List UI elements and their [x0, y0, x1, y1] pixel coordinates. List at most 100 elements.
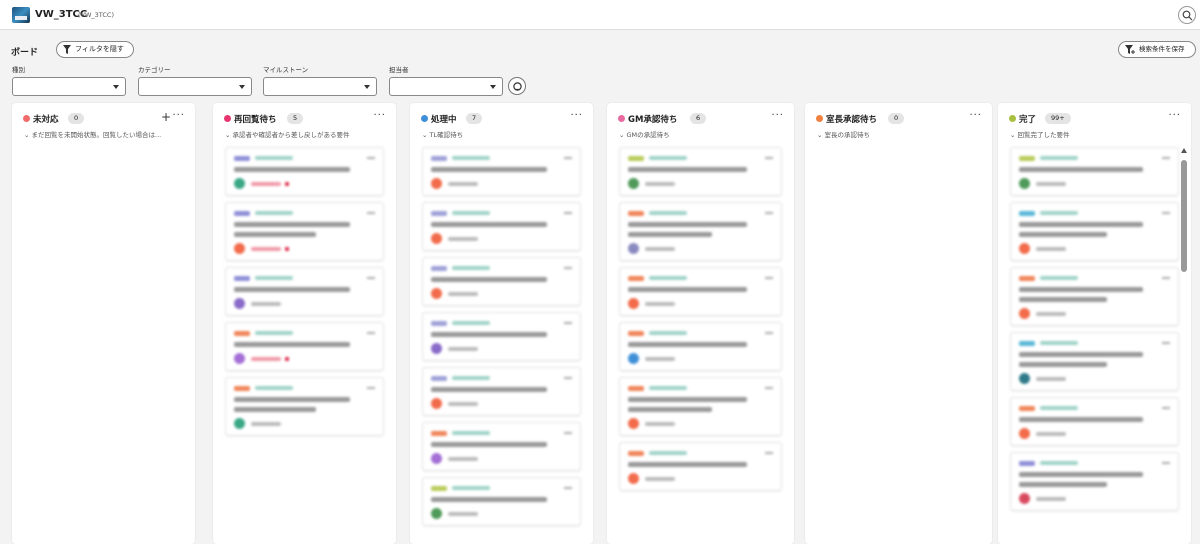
issue-key[interactable] — [649, 331, 687, 335]
issue-card[interactable] — [619, 267, 782, 316]
card-more-button[interactable] — [564, 322, 572, 324]
card-more-button[interactable] — [564, 267, 572, 269]
card-more-button[interactable] — [564, 377, 572, 379]
issue-card[interactable] — [619, 377, 782, 436]
issue-key[interactable] — [255, 386, 293, 390]
issue-card[interactable] — [1010, 397, 1179, 446]
issue-key[interactable] — [1040, 211, 1078, 215]
card-more-button[interactable] — [765, 277, 773, 279]
chevron-down-icon[interactable]: ⌄ — [817, 131, 825, 139]
issue-key[interactable] — [255, 156, 293, 160]
issue-key[interactable] — [1040, 156, 1078, 160]
chevron-down-icon[interactable]: ⌄ — [619, 131, 627, 139]
column-more-button[interactable]: ··· — [1168, 110, 1181, 121]
issue-key[interactable] — [1040, 461, 1078, 465]
category-select[interactable] — [138, 77, 252, 96]
issue-key[interactable] — [452, 376, 490, 380]
issue-key[interactable] — [255, 276, 293, 280]
chevron-down-icon[interactable]: ⌄ — [225, 131, 233, 139]
issue-key[interactable] — [452, 321, 490, 325]
card-more-button[interactable] — [765, 387, 773, 389]
card-more-button[interactable] — [564, 157, 572, 159]
avatar — [1019, 428, 1030, 439]
issue-card[interactable] — [422, 202, 581, 251]
card-more-button[interactable] — [1162, 157, 1170, 159]
card-more-button[interactable] — [564, 212, 572, 214]
issue-key[interactable] — [452, 211, 490, 215]
column-more-button[interactable]: ··· — [570, 110, 583, 121]
issue-key[interactable] — [649, 156, 687, 160]
issue-key[interactable] — [649, 386, 687, 390]
issue-card[interactable] — [225, 147, 384, 196]
scroll-up-icon[interactable] — [1181, 148, 1187, 153]
card-more-button[interactable] — [564, 487, 572, 489]
column-more-button[interactable]: ··· — [969, 110, 982, 121]
issue-card[interactable] — [1010, 147, 1179, 196]
chevron-down-icon[interactable]: ⌄ — [24, 131, 32, 139]
issue-card[interactable] — [619, 202, 782, 261]
issue-key[interactable] — [649, 211, 687, 215]
avatar — [1019, 493, 1030, 504]
issue-card[interactable] — [422, 147, 581, 196]
issue-card[interactable] — [225, 202, 384, 261]
scrollbar-thumb[interactable] — [1181, 160, 1187, 272]
issue-card[interactable] — [422, 257, 581, 306]
reset-filter-button[interactable] — [508, 77, 526, 95]
issue-card[interactable] — [225, 377, 384, 436]
card-more-button[interactable] — [1162, 407, 1170, 409]
issue-card[interactable] — [619, 442, 782, 491]
card-more-button[interactable] — [367, 332, 375, 334]
issue-card[interactable] — [422, 422, 581, 471]
chevron-down-icon[interactable]: ⌄ — [1010, 131, 1018, 139]
issue-card[interactable] — [1010, 202, 1179, 261]
issue-card[interactable] — [1010, 332, 1179, 391]
card-more-button[interactable] — [367, 157, 375, 159]
column-more-button[interactable]: ··· — [373, 110, 386, 121]
card-more-button[interactable] — [367, 387, 375, 389]
card-more-button[interactable] — [1162, 212, 1170, 214]
save-search-button[interactable]: 検索条件を保存 — [1118, 41, 1196, 58]
issue-key[interactable] — [1040, 341, 1078, 345]
issue-key[interactable] — [452, 431, 490, 435]
issue-card[interactable] — [619, 322, 782, 371]
column-more-button[interactable]: ··· — [172, 110, 185, 121]
add-card-button[interactable]: + — [161, 110, 171, 124]
card-more-button[interactable] — [765, 157, 773, 159]
issue-card[interactable] — [422, 312, 581, 361]
card-more-button[interactable] — [1162, 342, 1170, 344]
search-button[interactable] — [1178, 6, 1196, 24]
issue-key[interactable] — [649, 276, 687, 280]
type-select[interactable] — [12, 77, 126, 96]
card-more-button[interactable] — [765, 212, 773, 214]
issue-card[interactable] — [619, 147, 782, 196]
chevron-down-icon[interactable]: ⌄ — [422, 131, 430, 139]
column-more-button[interactable]: ··· — [771, 110, 784, 121]
issue-key[interactable] — [452, 486, 490, 490]
issue-key[interactable] — [255, 211, 293, 215]
milestone-select[interactable] — [263, 77, 377, 96]
issue-key[interactable] — [1040, 276, 1078, 280]
issue-key[interactable] — [649, 451, 687, 455]
card-more-button[interactable] — [765, 452, 773, 454]
issue-type-tag — [431, 265, 447, 271]
issue-key[interactable] — [452, 266, 490, 270]
assignee-select[interactable] — [389, 77, 503, 96]
card-more-button[interactable] — [564, 432, 572, 434]
card-more-button[interactable] — [367, 277, 375, 279]
card-more-button[interactable] — [367, 212, 375, 214]
issue-card[interactable] — [225, 322, 384, 371]
done-column-scrollbar[interactable] — [1179, 148, 1189, 544]
issue-card[interactable] — [225, 267, 384, 316]
hide-filter-button[interactable]: フィルタを隠す — [56, 41, 134, 58]
issue-card[interactable] — [422, 367, 581, 416]
card-more-button[interactable] — [1162, 277, 1170, 279]
issue-key[interactable] — [255, 331, 293, 335]
card-more-button[interactable] — [1162, 462, 1170, 464]
issue-card[interactable] — [422, 477, 581, 526]
issue-key[interactable] — [452, 156, 490, 160]
issue-key[interactable] — [1040, 406, 1078, 410]
card-more-button[interactable] — [765, 332, 773, 334]
issue-card[interactable] — [1010, 452, 1179, 511]
column-title: GM承認待ち — [628, 115, 678, 125]
issue-card[interactable] — [1010, 267, 1179, 326]
